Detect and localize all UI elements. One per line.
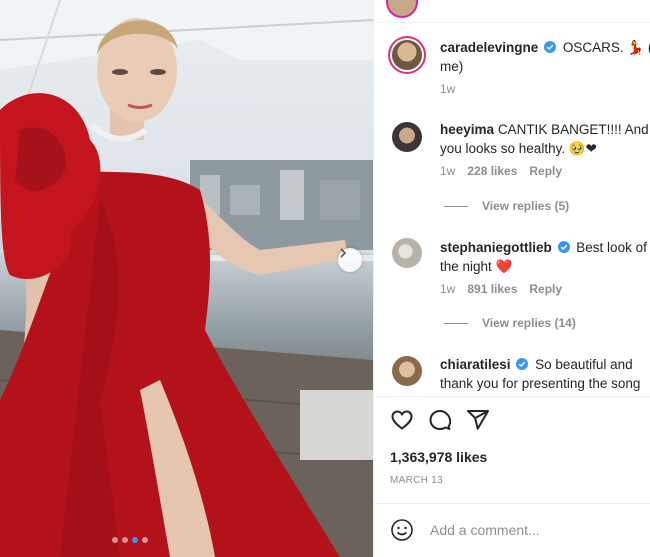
view-replies-label: View replies (14) [482, 316, 576, 330]
avatar[interactable] [392, 356, 422, 386]
author-username[interactable]: caradelevingne [440, 40, 538, 55]
action-bar [390, 408, 490, 432]
post-date[interactable]: MARCH 13 [390, 475, 443, 486]
carousel-dot [112, 537, 118, 543]
caption-text-line2: me) [440, 59, 464, 74]
comment-text: CANTIK BANGET!!!! And [497, 122, 649, 137]
comment-input-row: Add a comment... [390, 518, 540, 542]
avatar[interactable] [392, 40, 422, 70]
caption-meta: 1w [440, 82, 455, 96]
chevron-right-icon [340, 248, 347, 258]
actions-divider [374, 396, 650, 397]
header-divider [374, 22, 650, 23]
comment-text: Best look of [576, 240, 647, 255]
comment: heeyima CANTIK BANGET!!!! And [440, 120, 650, 139]
comment-text-line2: you looks so healthy. 🥹❤ [440, 141, 597, 156]
verified-icon [544, 41, 557, 53]
verified-icon [557, 241, 570, 253]
heart-icon[interactable] [390, 408, 414, 432]
view-replies-line [444, 205, 468, 207]
view-replies-label: View replies (5) [482, 199, 570, 213]
post-side-panel: caradelevingne OSCARS. 💃 ( me) 1w heeyim… [373, 0, 650, 557]
comment-reply-button[interactable]: Reply [529, 164, 562, 178]
carousel-next-button[interactable] [338, 248, 362, 272]
comment-likes[interactable]: 228 likes [467, 164, 517, 178]
likes-count[interactable]: 1,363,978 likes [390, 449, 487, 465]
comment-input[interactable]: Add a comment... [430, 522, 540, 538]
comment: chiaratilesi So beautiful and [440, 355, 650, 374]
caption-text: OSCARS. 💃 ( [562, 40, 650, 55]
caption-age: 1w [440, 82, 456, 96]
comment-username[interactable]: stephaniegottlieb [440, 240, 552, 255]
carousel-dot [122, 537, 128, 543]
comment-reply-button[interactable]: Reply [529, 282, 562, 296]
view-replies-button[interactable]: View replies (5) [444, 199, 569, 213]
comment-age: 1w [440, 164, 456, 178]
comment-text: So beautiful and [535, 357, 633, 372]
comment-username[interactable]: heeyima [440, 122, 494, 137]
comment-meta: 1w 891 likes Reply [440, 282, 562, 296]
comment-text-line2: thank you for presenting the song [440, 376, 641, 391]
post-photo[interactable] [0, 0, 373, 557]
carousel-dot-active [132, 537, 138, 543]
share-icon[interactable] [466, 408, 490, 432]
carousel-indicator [112, 537, 148, 543]
carousel-dot [142, 537, 148, 543]
header-avatar[interactable] [386, 0, 418, 18]
view-replies-button[interactable]: View replies (14) [444, 316, 576, 330]
comment-likes[interactable]: 891 likes [467, 282, 517, 296]
comment-age: 1w [440, 282, 456, 296]
comment-text-line2: the night ❤️ [440, 259, 513, 274]
avatar[interactable] [392, 238, 422, 268]
comment-username[interactable]: chiaratilesi [440, 357, 511, 372]
view-replies-line [444, 322, 468, 324]
comment: stephaniegottlieb Best look of [440, 238, 650, 257]
emoji-icon[interactable] [390, 518, 414, 542]
verified-icon [516, 358, 529, 370]
avatar[interactable] [392, 122, 422, 152]
photo-illustration [0, 0, 373, 557]
comment-icon[interactable] [428, 408, 452, 432]
comment-input-divider [374, 503, 650, 504]
comment-meta: 1w 228 likes Reply [440, 164, 562, 178]
caption: caradelevingne OSCARS. 💃 ( [440, 38, 650, 57]
